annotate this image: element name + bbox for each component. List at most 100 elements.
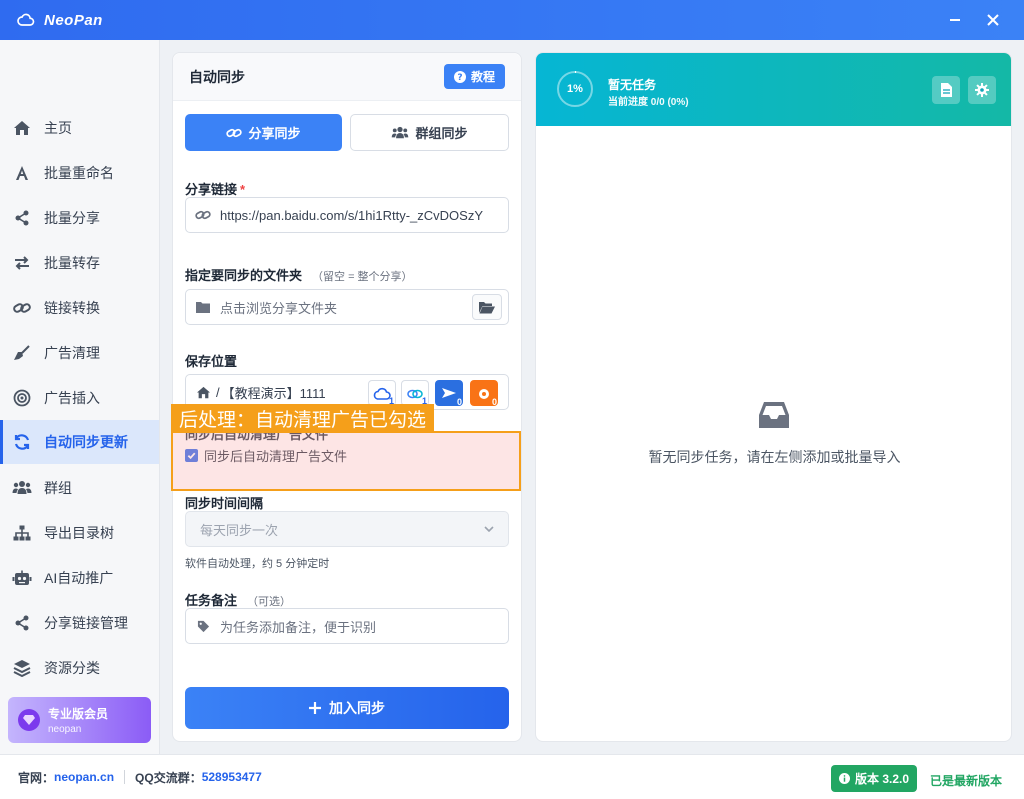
panel-header: 自动同步 ? 教程: [173, 53, 521, 101]
auto-clean-ad-checkbox[interactable]: 同步后自动清理广告文件: [185, 445, 509, 465]
tab-share-sync[interactable]: 分享同步: [185, 114, 342, 151]
remark-input[interactable]: 为任务添加备注，便于识别: [185, 608, 509, 644]
squirrel-icon: [479, 389, 489, 399]
progress-ring: 1%: [556, 70, 594, 108]
annotation-label: 后处理：自动清理广告已勾选: [171, 404, 435, 432]
svg-text:?: ?: [457, 73, 462, 83]
sidebar-item-label: 广告插入: [44, 390, 100, 406]
log-button[interactable]: [932, 76, 960, 104]
folder-open-icon: [479, 301, 495, 313]
plus-icon: [309, 702, 321, 714]
cloud-logo-icon: [17, 13, 35, 26]
remark-label: 任务备注 （可选）: [185, 590, 291, 609]
cloud-count: 0: [491, 397, 497, 407]
sidebar-item-resource-category[interactable]: 资源分类: [0, 646, 159, 690]
sidebar-item-label: 自动同步更新: [44, 434, 128, 450]
add-sync-button[interactable]: 加入同步: [185, 687, 509, 729]
share-link-label: 分享链接 *: [185, 179, 245, 198]
sidebar-item-label: 群组: [44, 480, 72, 496]
tab-label: 分享同步: [248, 126, 301, 141]
sidebar-item-label: 导出目录树: [44, 525, 114, 541]
tutorial-button[interactable]: ? 教程: [443, 64, 505, 89]
panel-title: 自动同步: [189, 68, 245, 85]
folder-icon: [194, 298, 212, 316]
close-button[interactable]: [970, 0, 1016, 40]
share-icon: [12, 613, 32, 633]
sidebar-item-ad-insert[interactable]: 广告插入: [0, 376, 159, 420]
sidebar-item-ad-clean[interactable]: 广告清理: [0, 331, 159, 375]
sitemap-icon: [12, 523, 32, 543]
close-icon: [987, 14, 999, 26]
sidebar-item-batch-share[interactable]: 批量分享: [0, 196, 159, 240]
remark-label-text: 任务备注: [185, 593, 238, 608]
sidebar-item-batch-rename[interactable]: 批量重命名: [0, 151, 159, 195]
sidebar-item-label: AI自动推广: [44, 570, 114, 586]
folder-hint: （留空 = 整个分享）: [312, 271, 413, 283]
baidu-cloud-button[interactable]: 1: [368, 380, 396, 406]
remark-hint: （可选）: [247, 596, 292, 608]
folder-placeholder: 点击浏览分享文件夹: [220, 300, 338, 316]
sync-icon: [12, 432, 32, 452]
sidebar-item-home[interactable]: 主页: [0, 106, 159, 150]
update-status: 已是最新版本: [930, 774, 1003, 788]
sidebar-item-link-convert[interactable]: 链接转换: [0, 286, 159, 330]
sidebar-item-auto-sync[interactable]: 自动同步更新: [0, 420, 159, 464]
folder-picker-input[interactable]: 点击浏览分享文件夹: [185, 289, 509, 325]
empty-state-text: 暂无同步任务，请在左侧添加或批量导入: [648, 449, 901, 465]
qq-group-link[interactable]: 528953477: [202, 770, 262, 784]
cloud-count: 0: [456, 397, 462, 407]
checkmark-icon: [185, 448, 198, 462]
checkbox-label: 同步后自动清理广告文件: [204, 448, 348, 464]
file-icon: [940, 83, 952, 97]
auto-sync-panel: 自动同步 ? 教程 分享同步 群组同步 分享链接 * https://pan.ba…: [172, 52, 522, 742]
users-icon: [12, 478, 32, 498]
interval-label: 同步时间间隔: [185, 496, 264, 511]
link-icon: [226, 128, 243, 137]
sidebar-item-group[interactable]: 群组: [0, 466, 159, 510]
share-link-label-text: 分享链接: [185, 182, 238, 197]
version-badge[interactable]: 版本 3.2.0: [831, 765, 917, 792]
sidebar-item-label: 资源分类: [44, 660, 100, 676]
vip-title: 专业版会员: [48, 707, 109, 721]
tab-label: 群组同步: [415, 126, 468, 141]
settings-button[interactable]: [968, 76, 996, 104]
sidebar-item-label: 批量转存: [44, 255, 100, 271]
gem-icon: [18, 709, 40, 731]
sidebar-item-share-manage[interactable]: 分享链接管理: [0, 601, 159, 645]
sidebar-item-ai-promote[interactable]: AI自动推广: [0, 556, 159, 600]
layers-icon: [12, 658, 32, 678]
footer: 官网： neopan.cn QQ交流群： 528953477 版本 3.2.0 …: [0, 754, 1024, 799]
question-circle-icon: ?: [453, 70, 466, 83]
sidebar-item-batch-transfer[interactable]: 批量转存: [0, 241, 159, 285]
task-status-title: 暂无任务: [608, 78, 657, 92]
sidebar-item-label: 广告清理: [44, 345, 100, 361]
aliyun-cloud-button[interactable]: 1: [401, 380, 429, 406]
link-icon: [194, 206, 212, 224]
robot-icon: [12, 568, 32, 588]
sync-tabs: 分享同步 群组同步: [185, 114, 509, 151]
footer-divider: [124, 770, 126, 784]
target-icon: [12, 388, 32, 408]
sidebar-item-export-tree[interactable]: 导出目录树: [0, 511, 159, 555]
font-a-icon: [12, 163, 32, 183]
sidebar-item-label: 主页: [44, 120, 72, 136]
interval-select[interactable]: 每天同步一次: [185, 511, 509, 547]
title-bar: NeoPan: [0, 0, 1024, 40]
required-mark: *: [240, 182, 246, 197]
home-icon: [194, 383, 212, 401]
gear-icon: [975, 83, 989, 97]
website-link[interactable]: neopan.cn: [54, 770, 114, 784]
browse-folder-button[interactable]: [472, 294, 502, 320]
quark-cloud-button[interactable]: 0: [435, 380, 463, 407]
sidebar-item-label: 批量分享: [44, 210, 100, 226]
vip-card[interactable]: 专业版会员 neopan: [8, 697, 151, 743]
share-icon: [12, 208, 32, 228]
sidebar: 主页 批量重命名 批量分享 批量转存 链接转换 广告清理 广告插入 自动同步更新…: [0, 40, 160, 754]
task-panel-header: 1% 暂无任务 当前进度 0/0 (0%): [536, 53, 1011, 126]
interval-selected: 每天同步一次: [200, 522, 279, 538]
info-circle-icon: [838, 773, 850, 784]
tab-group-sync[interactable]: 群组同步: [350, 114, 509, 151]
website-label: 官网：: [18, 770, 55, 785]
share-link-input[interactable]: https://pan.baidu.com/s/1hi1Rtty-_zCvDOS…: [185, 197, 509, 233]
uc-cloud-button[interactable]: 0: [470, 380, 498, 407]
